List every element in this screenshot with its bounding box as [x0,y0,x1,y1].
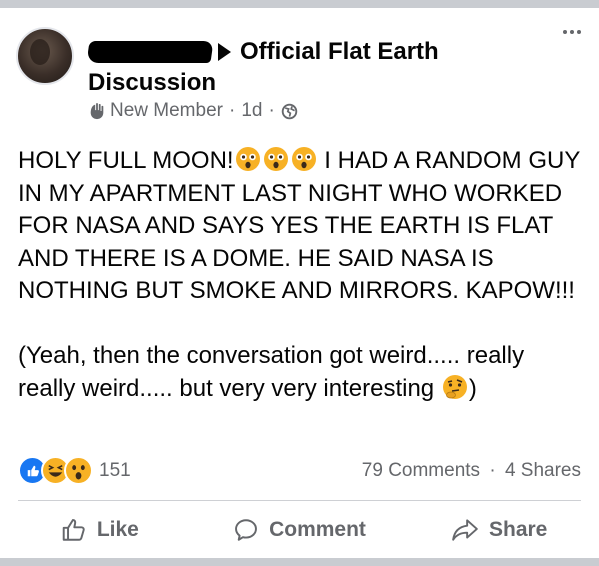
post-time[interactable]: 1d [241,100,262,122]
thumbs-up-icon [62,519,85,541]
reaction-icons [18,456,93,485]
astonished-face-icon [235,147,260,171]
member-badge: New Member [110,100,223,121]
post-card: Official Flat Earth Discussion New Membe… [0,8,599,558]
post-text-segment: ) [468,374,477,402]
arrow-right-icon [218,43,231,61]
share-arrow-icon [452,519,478,541]
post-stats: 151 79 Comments · 4 Shares [18,456,581,485]
separator-dot: · [268,100,275,121]
avatar[interactable] [16,27,74,85]
like-button[interactable]: Like [0,505,200,555]
action-bar: Like Comment Share [0,505,599,555]
post-header: Official Flat Earth [86,38,439,66]
comment-button[interactable]: Comment [200,505,400,555]
post-paragraph-2: (Yeah, then the conversation got weird..… [18,340,588,405]
group-name-continued[interactable]: Discussion [88,69,216,97]
like-button-label: Like [96,518,139,541]
separator-dot: · [489,459,496,481]
shares-count[interactable]: 4 Shares [505,460,581,481]
astonished-face-icon [263,147,288,171]
astonished-face-icon [291,147,316,171]
reactions-summary[interactable]: 151 [18,456,131,485]
comment-bubble-icon [235,519,258,541]
new-member-icon [90,103,104,120]
divider [18,500,581,501]
globe-icon [281,103,298,119]
reaction-count: 151 [99,459,131,481]
post-meta: New Member · 1d · [88,100,298,122]
wow-reaction-icon [64,456,93,485]
share-button-label: Share [488,518,548,541]
more-options-icon[interactable] [563,30,581,34]
thinking-face-icon [442,374,467,399]
group-name[interactable]: Official Flat Earth [240,38,439,66]
post-text-segment: HOLY FULL MOON! [18,147,234,174]
comment-button-label: Comment [269,518,366,541]
separator-dot: · [228,100,236,121]
post-paragraph-1: HOLY FULL MOON! I HAD A RANDOM GUY IN MY… [18,145,588,308]
post-body: HOLY FULL MOON! I HAD A RANDOM GUY IN MY… [18,145,588,405]
comments-count[interactable]: 79 Comments [362,460,480,481]
share-button[interactable]: Share [399,505,599,555]
engagement-counts: 79 Comments · 4 Shares [362,460,581,482]
redacted-author-name [86,41,214,63]
